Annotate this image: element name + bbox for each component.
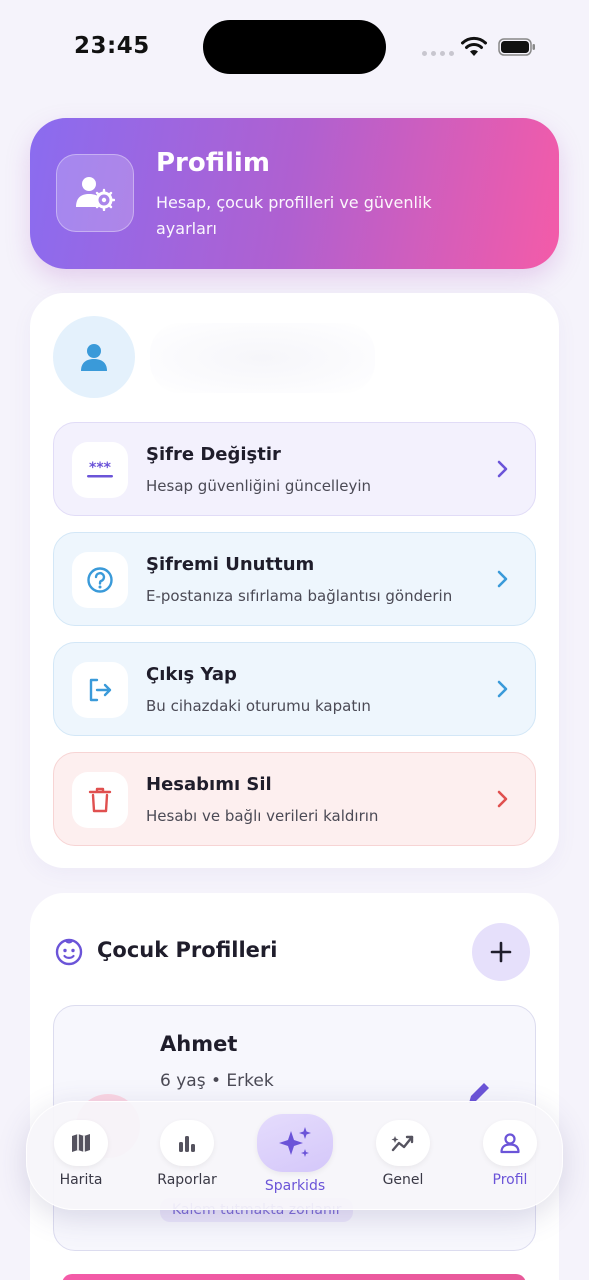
trend-icon — [391, 1135, 414, 1152]
page-subtitle: Hesap, çocuk profilleri ve güvenlik ayar… — [156, 193, 432, 238]
chevron-right-icon — [497, 460, 508, 478]
children-profiles-card: Çocuk Profilleri Ahmet 6 yaş • Erkek Kal… — [30, 893, 559, 1280]
nav-label: Genel — [382, 1172, 424, 1188]
logout-button[interactable]: Çıkış Yap Bu cihazdaki oturumu kapatın — [53, 642, 536, 736]
child-meta: 6 yaş • Erkek — [160, 1071, 274, 1091]
action-title: Şifremi Unuttum — [146, 554, 315, 575]
child-face-icon — [55, 938, 83, 966]
nav-label: Profil — [492, 1172, 528, 1188]
cellular-signal-icon — [422, 51, 454, 56]
bottom-nav: Harita Raporlar Sparkids Genel Profil — [26, 1101, 563, 1210]
status-time: 23:45 — [74, 33, 150, 59]
bar-chart-icon — [179, 1136, 195, 1152]
status-bar: 23:45 — [0, 0, 589, 90]
add-child-button[interactable] — [472, 923, 530, 981]
trash-icon — [72, 772, 128, 828]
user-settings-icon — [56, 154, 134, 232]
nav-item-genel[interactable]: Genel — [363, 1120, 443, 1200]
section-title: Çocuk Profilleri — [97, 938, 278, 962]
sparkles-icon — [279, 1127, 311, 1157]
battery-icon — [498, 38, 535, 56]
account-name-redacted — [150, 323, 375, 393]
nav-item-profil[interactable]: Profil — [470, 1120, 550, 1200]
delete-account-button[interactable]: Hesabımı Sil Hesabı ve bağlı verileri ka… — [53, 752, 536, 846]
action-title: Şifre Değiştir — [146, 444, 281, 465]
action-subtitle: Hesabı ve bağlı verileri kaldırın — [146, 807, 379, 825]
nav-item-raporlar[interactable]: Raporlar — [147, 1120, 227, 1200]
user-icon — [81, 344, 107, 371]
page-title: Profilim — [156, 148, 270, 178]
account-card: *** Şifre Değiştir Hesap güvenliğini gün… — [30, 293, 559, 868]
question-icon — [72, 552, 128, 608]
action-title: Çıkış Yap — [146, 664, 237, 685]
action-subtitle: E-postanıza sıfırlama bağlantısı gönderi… — [146, 587, 453, 605]
nav-label: Sparkids — [264, 1178, 326, 1194]
chevron-right-icon — [497, 680, 508, 698]
logout-icon — [72, 662, 128, 718]
action-subtitle: Hesap güvenliğini güncelleyin — [146, 477, 372, 495]
forgot-password-button[interactable]: Şifremi Unuttum E-postanıza sıfırlama ba… — [53, 532, 536, 626]
password-icon: *** — [72, 442, 128, 498]
avatar — [53, 316, 135, 398]
svg-text:***: *** — [89, 460, 112, 476]
action-subtitle: Bu cihazdaki oturumu kapatın — [146, 697, 371, 715]
map-icon — [72, 1134, 90, 1152]
dynamic-island — [203, 20, 386, 74]
nav-item-harita[interactable]: Harita — [41, 1120, 121, 1200]
nav-label: Raporlar — [157, 1172, 217, 1188]
user-icon — [500, 1133, 520, 1154]
chevron-right-icon — [497, 570, 508, 588]
child-name: Ahmet — [160, 1032, 238, 1056]
action-title: Hesabımı Sil — [146, 774, 272, 795]
plus-icon — [490, 941, 512, 963]
change-password-button[interactable]: *** Şifre Değiştir Hesap güvenliğini gün… — [53, 422, 536, 516]
chevron-right-icon — [497, 790, 508, 808]
wifi-icon — [461, 36, 487, 56]
nav-item-sparkids[interactable]: Sparkids — [255, 1114, 335, 1200]
nav-label: Harita — [59, 1172, 103, 1188]
next-card-edge — [62, 1274, 526, 1280]
profile-header: Profilim Hesap, çocuk profilleri ve güve… — [30, 118, 559, 269]
